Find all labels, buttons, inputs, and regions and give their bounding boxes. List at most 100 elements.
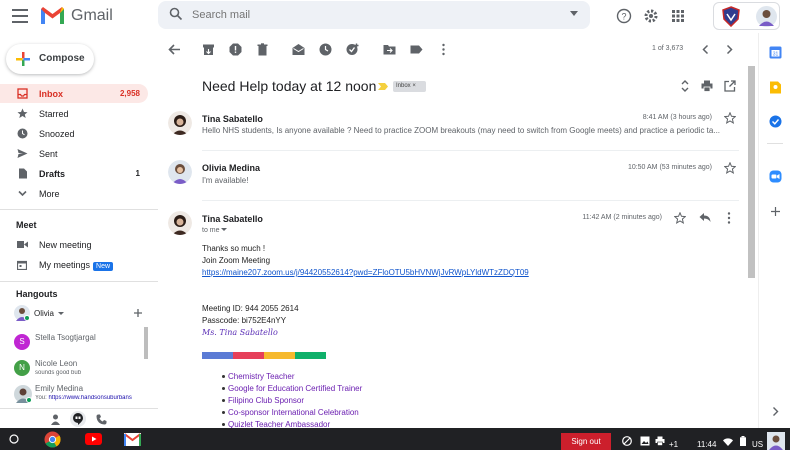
zoom-meeting-link[interactable]: https://maine207.zoom.us/j/94420552614?p… [202,268,529,277]
search-options-icon[interactable] [570,11,578,16]
add-contact-icon[interactable] [133,308,143,318]
hangouts-current-user[interactable]: Olivia [14,305,154,321]
print-icon[interactable] [701,80,713,92]
status-link[interactable]: https://www.handsonsuburbans [48,395,131,401]
settings-gear-icon[interactable] [643,8,659,24]
chrome-browser-icon[interactable] [44,431,61,448]
inbox-icon [17,88,28,99]
contact-name: Emily Medina [35,384,84,393]
sidebar-item-drafts[interactable]: Drafts 1 [0,164,148,183]
printer-tray-icon[interactable] [655,436,665,446]
do-not-disturb-icon[interactable] [622,436,632,446]
svg-text:?: ? [621,12,626,22]
chevron-right-icon[interactable] [723,43,736,56]
add-to-tasks-icon[interactable] [346,43,359,56]
hangout-contact-emily[interactable]: Emily Medina You: https://www.handsonsub… [0,381,148,405]
left-sidebar: Compose Inbox 2,958 Starred Snoozed Sent… [0,33,158,428]
mark-unread-icon[interactable] [292,43,305,56]
message-expanded-header[interactable]: Tina Sabatello to me [158,208,750,238]
sender-avatar [168,160,192,184]
person-icon[interactable] [50,414,61,425]
chevron-left-icon[interactable] [699,43,712,56]
draft-icon [19,168,27,179]
calendar-app-icon[interactable]: 31 [769,46,782,59]
main-menu-icon[interactable] [12,9,28,23]
label-tag-icon[interactable] [410,43,423,56]
gmail-app-icon[interactable] [124,433,141,446]
snoozed-label: Snoozed [39,129,75,139]
sign-out-button[interactable]: Sign out [561,433,611,450]
apps-grid-icon[interactable] [670,8,686,24]
image-icon[interactable] [640,436,650,446]
message-collapsed-2[interactable]: Olivia Medina I'm available! [158,157,750,195]
current-user-name: Olivia [34,309,55,318]
sent-label: Sent [39,149,58,159]
drafts-count: 1 [135,169,140,178]
account-switcher[interactable] [713,2,780,30]
notification-count[interactable]: +1 [669,440,678,449]
message-divider [202,150,739,151]
sidebar-item-more[interactable]: More [0,184,148,203]
more-vertical-icon[interactable] [727,212,731,224]
star-icon[interactable] [724,112,736,124]
search-input[interactable] [192,6,562,24]
importance-marker-icon[interactable] [378,83,388,90]
hangouts-tab[interactable] [70,411,86,427]
input-locale[interactable]: US [752,440,763,449]
help-icon[interactable]: ? [616,8,632,24]
app-name: Gmail [71,7,113,24]
sidebar-item-starred[interactable]: Starred [0,104,148,123]
hangout-contact-nicole[interactable]: N Nicole Leon sounds good bub [0,356,148,380]
tasks-icon[interactable] [769,115,782,128]
my-meetings-label: My meetings New [39,260,114,271]
gmail-window: Gmail ? Compose Inbox 2,958 [0,0,790,450]
more-vertical-icon[interactable] [437,43,450,56]
delete-trash-icon[interactable] [256,43,269,56]
star-icon[interactable] [724,162,736,174]
hangout-contact-stella[interactable]: S Stella Tsogtjargal [0,330,148,354]
phone-icon[interactable] [96,414,107,425]
zoom-addon-icon[interactable] [769,170,782,183]
archive-icon[interactable] [202,43,215,56]
chevron-down-icon [221,228,228,231]
back-arrow-icon[interactable] [168,43,181,56]
open-new-window-icon[interactable] [724,80,736,92]
inbox-label-chip[interactable]: Inbox × [393,81,426,92]
youtube-icon[interactable] [85,433,102,445]
sidebar-item-sent[interactable]: Sent [0,144,148,163]
expand-collapse-icon[interactable] [680,80,690,92]
sidebar-divider [0,209,158,210]
my-meetings-item[interactable]: My meetings New [0,256,150,274]
sender-avatar [168,211,192,235]
add-addon-plus-icon[interactable] [769,205,782,218]
reply-icon[interactable] [699,212,711,223]
clock-time[interactable]: 11:44 [697,440,716,449]
sidebar-item-inbox[interactable]: Inbox 2,958 [0,84,148,103]
search-icon[interactable] [169,7,183,21]
compose-plus-icon [16,52,30,66]
search-bar[interactable] [158,1,590,29]
keep-notes-icon[interactable] [769,81,782,94]
move-to-folder-icon[interactable] [383,43,396,56]
chevron-right-icon[interactable] [769,405,782,418]
thread-scrollbar[interactable] [748,66,755,278]
star-icon [17,108,28,118]
gmail-logo-icon[interactable] [40,6,65,25]
contact-status: sounds good bub [35,370,82,376]
launcher-icon[interactable] [9,434,19,444]
snooze-clock-icon[interactable] [319,43,332,56]
list-item: Google for Education Certified Trainer [221,384,362,396]
sidebar-divider-2 [0,281,158,282]
sender-name: Olivia Medina [202,163,261,173]
new-meeting-item[interactable]: New meeting [0,236,150,254]
compose-button[interactable]: Compose [6,44,94,74]
sidebar-item-snoozed[interactable]: Snoozed [0,124,148,143]
my-meetings-text: My meetings [39,260,91,270]
wifi-icon[interactable] [723,438,733,446]
report-spam-icon[interactable] [229,43,242,56]
star-icon[interactable] [674,212,686,224]
user-avatar[interactable] [756,6,777,27]
user-avatar[interactable] [767,432,785,450]
battery-icon[interactable] [740,436,746,446]
recipient-details[interactable]: to me [202,227,228,234]
